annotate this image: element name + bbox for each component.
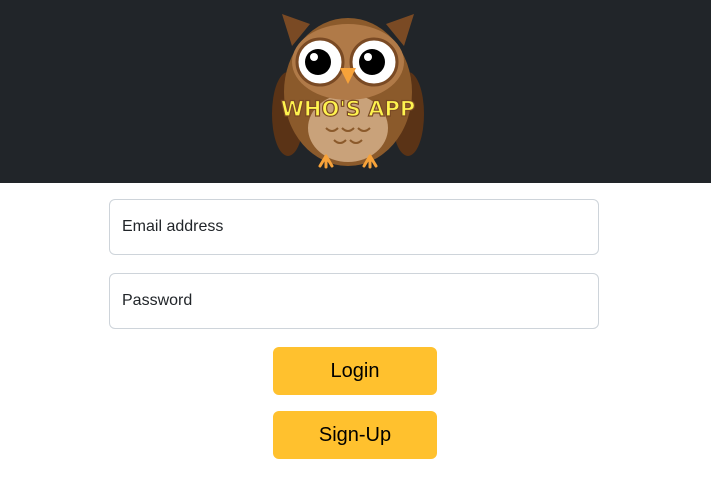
owl-logo-icon: WHO'S APP [272, 14, 424, 169]
email-field[interactable] [109, 199, 599, 255]
password-field[interactable] [109, 273, 599, 329]
app-header: WHO'S APP [0, 0, 711, 183]
logo-text: WHO'S APP [281, 97, 416, 121]
login-button[interactable]: Login [273, 347, 437, 395]
sign-up-button[interactable]: Sign-Up [273, 411, 437, 459]
